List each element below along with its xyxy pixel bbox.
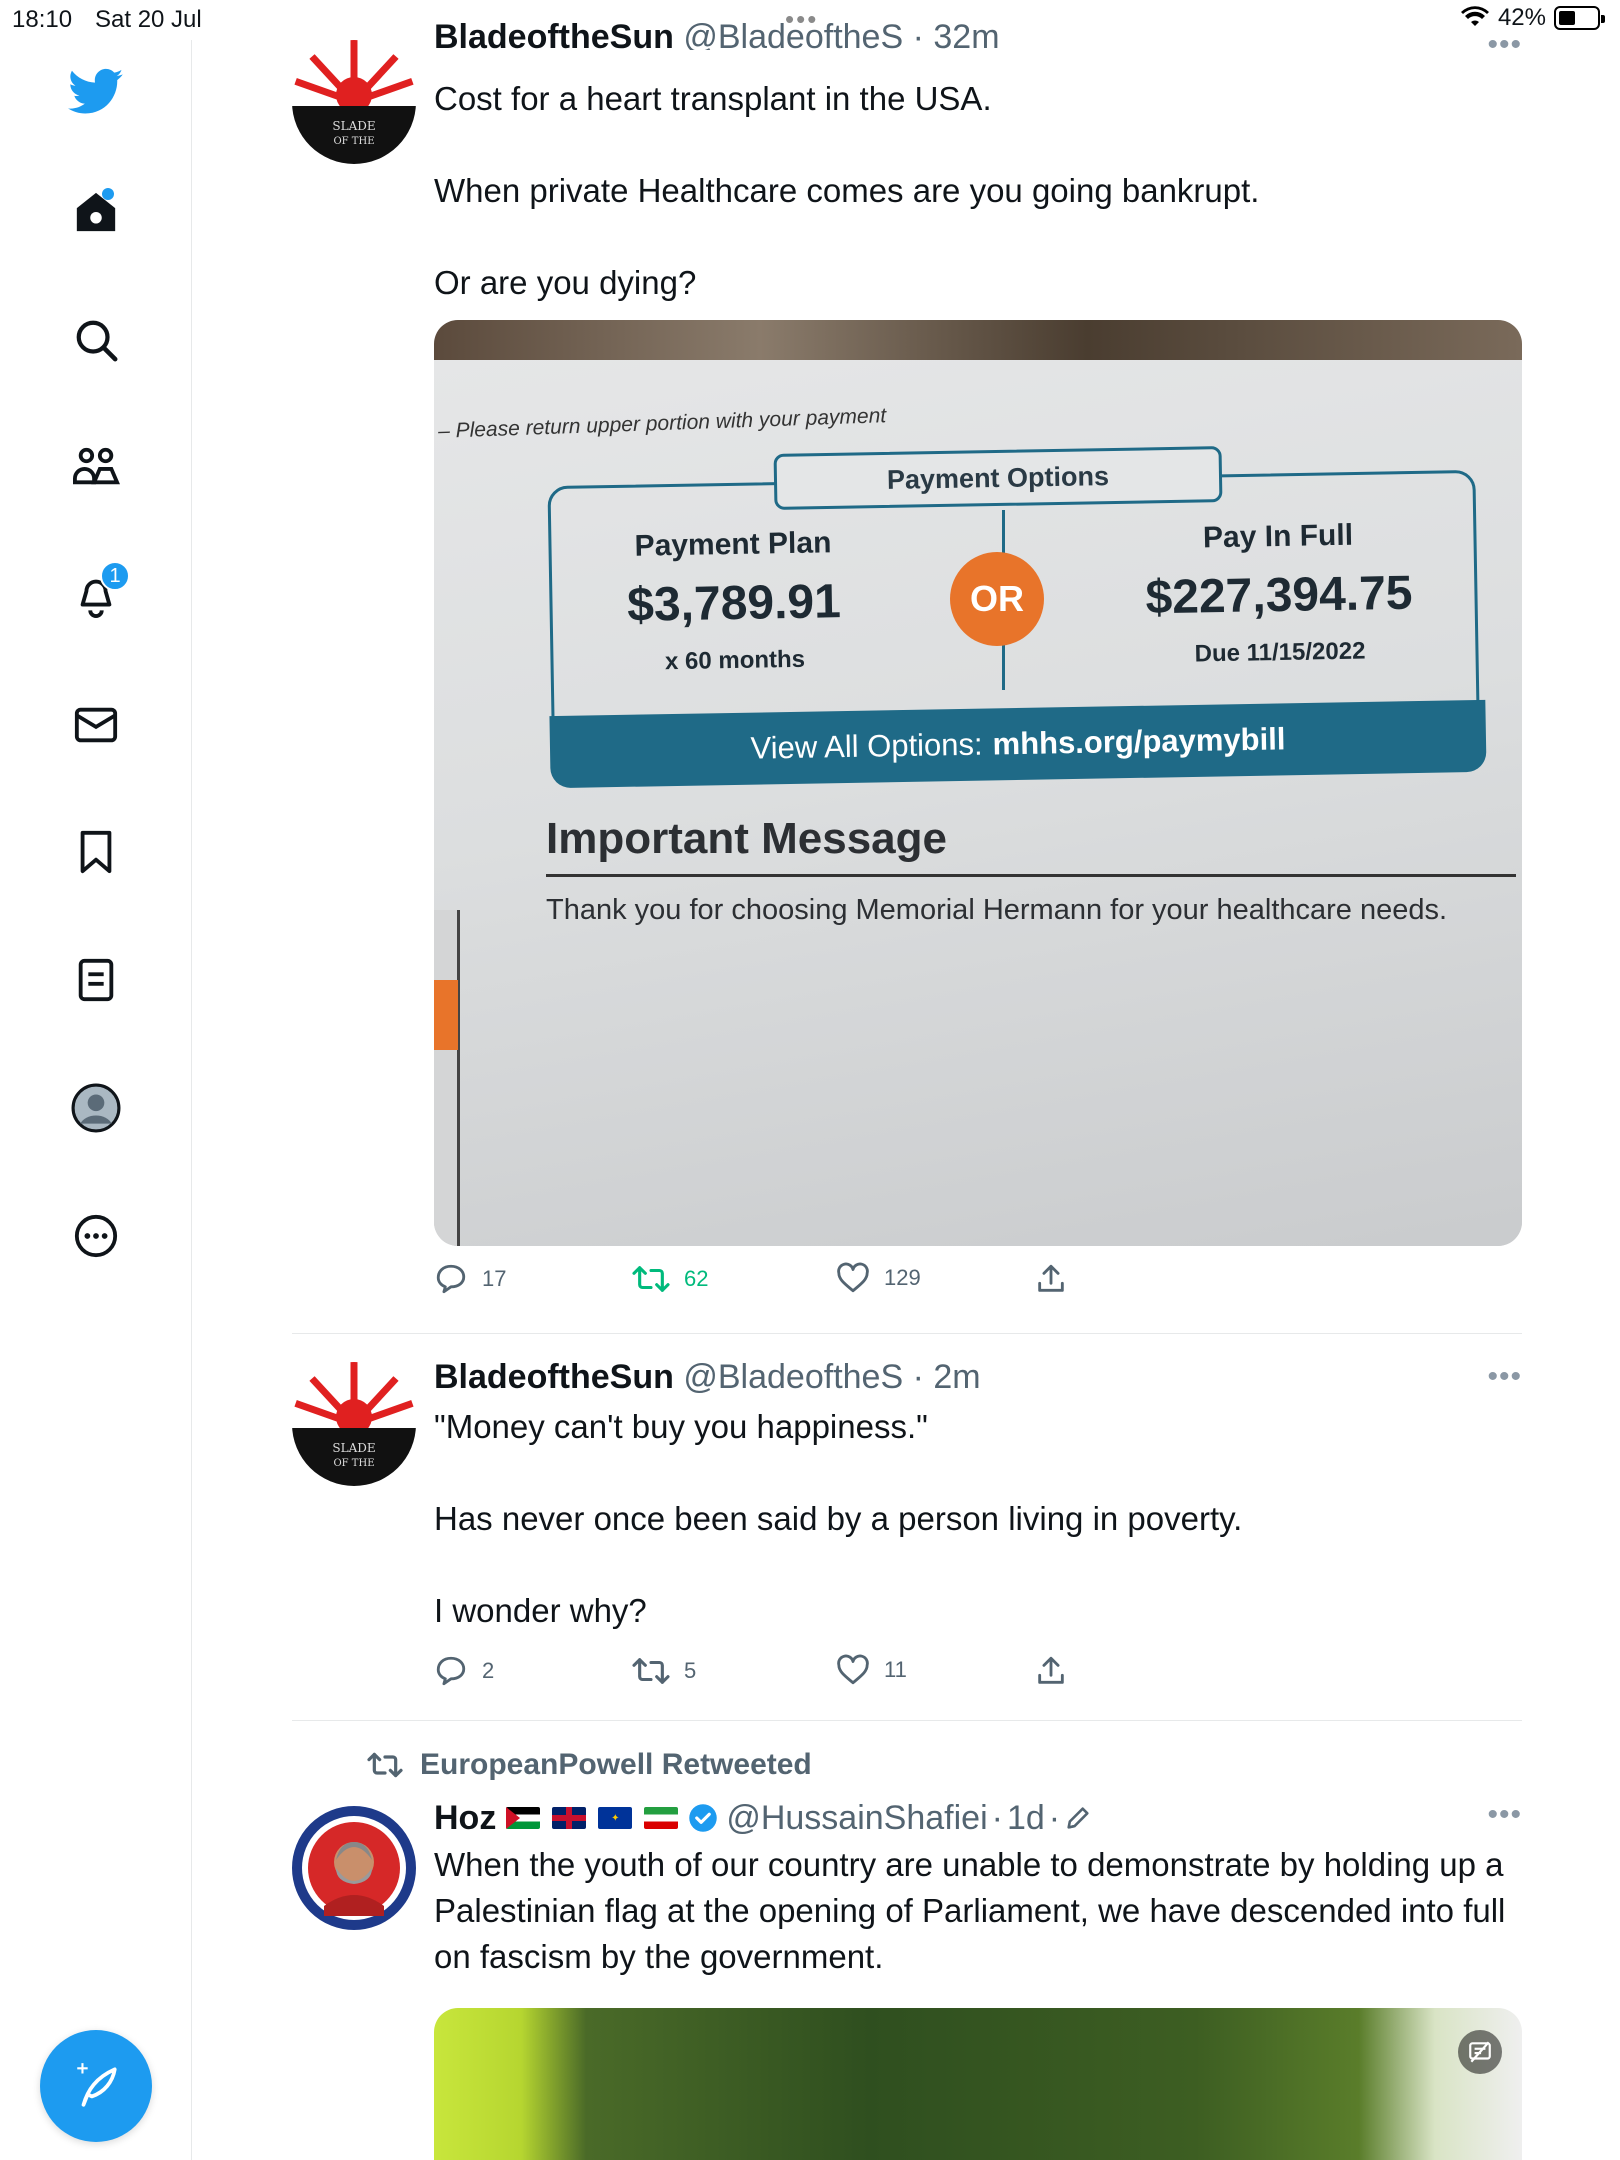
tweet-actions: 2 5 11 bbox=[434, 1654, 1522, 1704]
verified-badge-icon bbox=[689, 1804, 718, 1832]
alt-text-button[interactable] bbox=[1458, 2030, 1502, 2074]
bill-paper: – Please return upper portion with your … bbox=[434, 360, 1522, 1246]
tweet-header: Hoz ✦ @HussainShafiei · 1d · bbox=[434, 1796, 1522, 1840]
tweet-header: BladeoftheSun @BladeoftheS · 2m bbox=[434, 1358, 981, 1396]
retweet-icon bbox=[632, 1266, 670, 1292]
svg-text:SLADE: SLADE bbox=[332, 119, 375, 133]
home-icon[interactable] bbox=[66, 182, 126, 242]
important-message-text: Thank you for choosing Memorial Hermann … bbox=[546, 894, 1448, 926]
heart-icon bbox=[837, 1262, 869, 1293]
home-unread-dot bbox=[102, 188, 114, 200]
view-all-options-bar: View All Options: mhhs.org/paymybill bbox=[549, 699, 1487, 789]
tweet-more-icon[interactable]: ••• bbox=[1487, 1798, 1522, 1832]
handle[interactable]: @HussainShafiei bbox=[726, 1799, 987, 1838]
profile-icon[interactable] bbox=[66, 1078, 126, 1138]
flags-emoji: ✦ bbox=[506, 1807, 679, 1829]
status-time: 18:10 bbox=[12, 6, 73, 33]
payment-plan: Payment Plan $3,789.91 x 60 months bbox=[626, 526, 842, 676]
tweet-media-image[interactable]: – Please return upper portion with your … bbox=[434, 320, 1522, 1246]
svg-text:OF THE: OF THE bbox=[333, 136, 374, 147]
reply-button[interactable]: 17 bbox=[434, 1262, 506, 1296]
tweet-text: Cost for a heart transplant in the USA. … bbox=[434, 80, 1260, 301]
tweet-actions: 17 62 129 bbox=[434, 1262, 1522, 1312]
share-button[interactable] bbox=[1034, 1654, 1068, 1688]
timestamp[interactable]: 1d bbox=[1007, 1799, 1045, 1838]
pay-in-full: Pay In Full $227,394.75 Due 11/15/2022 bbox=[1145, 518, 1413, 668]
return-note: – Please return upper portion with your … bbox=[437, 404, 887, 443]
retweet-button[interactable]: 62 bbox=[632, 1262, 708, 1296]
share-button[interactable] bbox=[1034, 1262, 1068, 1296]
compose-tweet-button[interactable] bbox=[40, 2030, 152, 2142]
like-button[interactable]: 129 bbox=[836, 1262, 921, 1294]
svg-text:OF THE: OF THE bbox=[333, 1458, 374, 1469]
or-badge: OR bbox=[950, 552, 1044, 646]
retweet-button[interactable]: 5 bbox=[632, 1654, 696, 1688]
twitter-logo-icon[interactable] bbox=[66, 62, 126, 122]
tweet-more-icon[interactable]: ••• bbox=[1487, 28, 1522, 62]
communities-icon[interactable] bbox=[66, 437, 126, 497]
svg-text:SLADE: SLADE bbox=[332, 1441, 375, 1455]
compose-feather-icon bbox=[77, 2063, 117, 2107]
retweet-icon bbox=[632, 1658, 670, 1684]
important-message-title: Important Message bbox=[546, 814, 947, 863]
payment-options-title: Payment Options bbox=[773, 446, 1223, 510]
retweet-icon bbox=[367, 1752, 403, 1778]
tweet[interactable]: SLADE OF THE BladeoftheSun @BladeoftheS … bbox=[292, 18, 1522, 1328]
timestamp[interactable]: 32m bbox=[933, 18, 999, 50]
avatar[interactable]: SLADE OF THE bbox=[292, 1362, 416, 1486]
eu-flag-icon: ✦ bbox=[598, 1807, 633, 1829]
handle[interactable]: @BladeoftheS bbox=[683, 18, 903, 50]
tweet[interactable]: SLADE OF THE BladeoftheSun @BladeoftheS … bbox=[292, 1352, 1522, 1692]
avatar[interactable] bbox=[292, 1806, 416, 1930]
reply-icon bbox=[436, 1264, 466, 1294]
bookmarks-icon[interactable] bbox=[66, 822, 126, 882]
timestamp[interactable]: 2m bbox=[933, 1358, 980, 1396]
tweet-text: When the youth of our country are unable… bbox=[434, 1846, 1506, 1975]
share-icon bbox=[1038, 1264, 1064, 1292]
more-icon[interactable] bbox=[66, 1206, 126, 1266]
reply-button[interactable]: 2 bbox=[434, 1654, 494, 1688]
tweet-text: "Money can't buy you happiness." Has nev… bbox=[434, 1408, 1243, 1629]
search-icon[interactable] bbox=[66, 310, 126, 370]
bill-stub-strip bbox=[434, 910, 460, 1246]
notifications-icon[interactable]: 1 bbox=[66, 561, 130, 625]
tweet-divider bbox=[292, 1720, 1522, 1721]
messages-icon[interactable] bbox=[66, 695, 126, 755]
uk-flag-icon bbox=[552, 1807, 587, 1829]
timeline: SLADE OF THE BladeoftheSun @BladeoftheS … bbox=[192, 0, 1620, 2160]
sidebar: 1 bbox=[0, 40, 192, 2160]
avatar[interactable]: SLADE OF THE bbox=[292, 40, 416, 164]
tweet-media-video[interactable] bbox=[434, 2008, 1522, 2160]
tweet-divider bbox=[292, 1333, 1522, 1334]
notifications-badge: 1 bbox=[100, 561, 130, 591]
iran-flag-icon bbox=[644, 1807, 679, 1829]
lists-icon[interactable] bbox=[66, 950, 126, 1010]
tweet-header: BladeoftheSun @BladeoftheS · 32m bbox=[434, 18, 1522, 50]
handle[interactable]: @BladeoftheS bbox=[683, 1358, 903, 1396]
edited-pencil-icon[interactable] bbox=[1064, 1804, 1092, 1832]
palestine-flag-icon bbox=[506, 1807, 541, 1829]
tweet[interactable]: EuropeanPowell Retweeted Hoz ✦ @HussainS… bbox=[292, 1746, 1522, 2160]
reply-icon bbox=[436, 1656, 466, 1686]
display-name[interactable]: BladeoftheSun bbox=[434, 1358, 674, 1396]
heart-icon bbox=[837, 1654, 869, 1685]
share-icon bbox=[1038, 1656, 1064, 1684]
retweeted-by-label: EuropeanPowell Retweeted bbox=[366, 1748, 812, 1782]
status-date: Sat 20 Jul bbox=[95, 6, 202, 33]
display-name[interactable]: BladeoftheSun bbox=[434, 18, 674, 50]
alt-text-icon bbox=[1469, 2041, 1491, 2063]
tweet-more-icon[interactable]: ••• bbox=[1487, 1360, 1522, 1394]
like-button[interactable]: 11 bbox=[836, 1654, 907, 1686]
display-name[interactable]: Hoz bbox=[434, 1799, 496, 1838]
